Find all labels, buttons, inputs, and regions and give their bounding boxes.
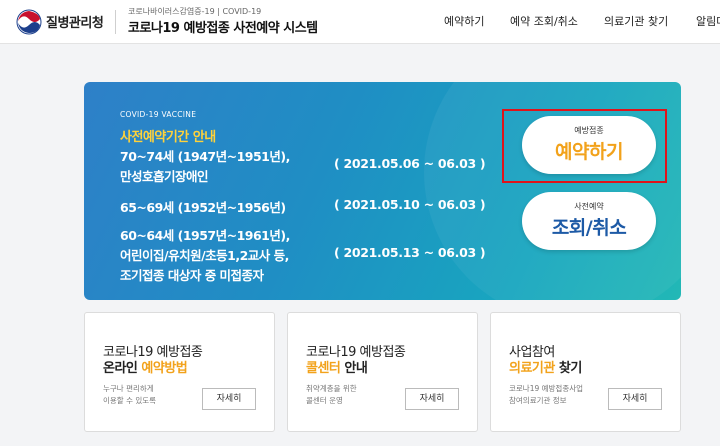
banner-heading: 사전예약기간 안내 (120, 130, 216, 145)
card-title-line2: 의료기관 찾기 (509, 361, 582, 376)
lookup-button-caption: 사전예약 (574, 202, 604, 211)
lookup-cancel-button[interactable]: 사전예약 조회/취소 (522, 192, 656, 250)
group3-line3: 조기접종 대상자 중 미접종자 (120, 268, 264, 283)
details-button[interactable]: 자세히 (608, 388, 662, 410)
card-desc-line1: 누구나 편리하게 (103, 384, 154, 393)
nav-notice[interactable]: 알림마당 (696, 13, 720, 29)
card-desc-line1: 코로나19 예방접종사업 (509, 384, 584, 393)
card-desc-line1: 취약계층을 위한 (306, 384, 357, 393)
card-find-hospital[interactable]: 사업참여 의료기관 찾기 코로나19 예방접종사업 참여의료기관 정보 자세히 (490, 312, 681, 432)
group3-date: ( 2021.05.13 ~ 06.03 ) (334, 245, 486, 260)
group1-line2: 만성호흡기장애인 (120, 169, 209, 184)
kdca-logo-icon[interactable] (14, 8, 44, 36)
lookup-button-label: 조회/취소 (551, 217, 627, 239)
nav-lookup-cancel[interactable]: 예약 조회/취소 (510, 13, 578, 29)
card-desc-line2: 이용할 수 있도록 (103, 396, 157, 405)
details-button[interactable]: 자세히 (202, 388, 256, 410)
card-title-line2: 콜센터 안내 (306, 361, 368, 376)
nav-reserve[interactable]: 예약하기 (444, 13, 484, 29)
org-name[interactable]: 질병관리청 (46, 12, 104, 31)
group2-date: ( 2021.05.10 ~ 06.03 ) (334, 197, 486, 212)
card-desc-line2: 콜센터 운영 (306, 396, 343, 405)
group2-line: 65~69세 (1952년~1956년) (120, 200, 286, 215)
card-call-center[interactable]: 코로나19 예방접종 콜센터 안내 취약계층을 위한 콜센터 운영 자세히 (287, 312, 478, 432)
card-desc-line2: 참여의료기관 정보 (509, 396, 567, 405)
reserve-button-caption: 예방접종 (574, 126, 604, 135)
banner-eyebrow: COVID-19 VACCINE (120, 110, 197, 119)
system-title[interactable]: 코로나19 예방접종 사전예약 시스템 (128, 17, 318, 36)
reserve-button[interactable]: 예방접종 예약하기 (522, 116, 656, 174)
reserve-button-label: 예약하기 (555, 141, 623, 163)
group1-line1: 70~74세 (1947년~1951년), (120, 149, 290, 164)
header-divider (115, 10, 116, 34)
header-subtitle: 코로나바이러스감염증-19 | COVID-19 (128, 7, 262, 16)
site-header: 질병관리청 코로나바이러스감염증-19 | COVID-19 코로나19 예방접… (0, 0, 720, 44)
card-online-reservation[interactable]: 코로나19 예방접종 온라인 예약방법 누구나 편리하게 이용할 수 있도록 자… (84, 312, 275, 432)
group1-date: ( 2021.05.06 ~ 06.03 ) (334, 156, 486, 171)
card-title-line2: 온라인 예약방법 (103, 361, 188, 376)
group3-line1: 60~64세 (1957년~1961년), (120, 228, 290, 243)
group3-line2: 어린이집/유치원/초등1,2교사 등, (120, 248, 289, 263)
details-button[interactable]: 자세히 (405, 388, 459, 410)
nav-find-hospital[interactable]: 의료기관 찾기 (604, 13, 668, 29)
